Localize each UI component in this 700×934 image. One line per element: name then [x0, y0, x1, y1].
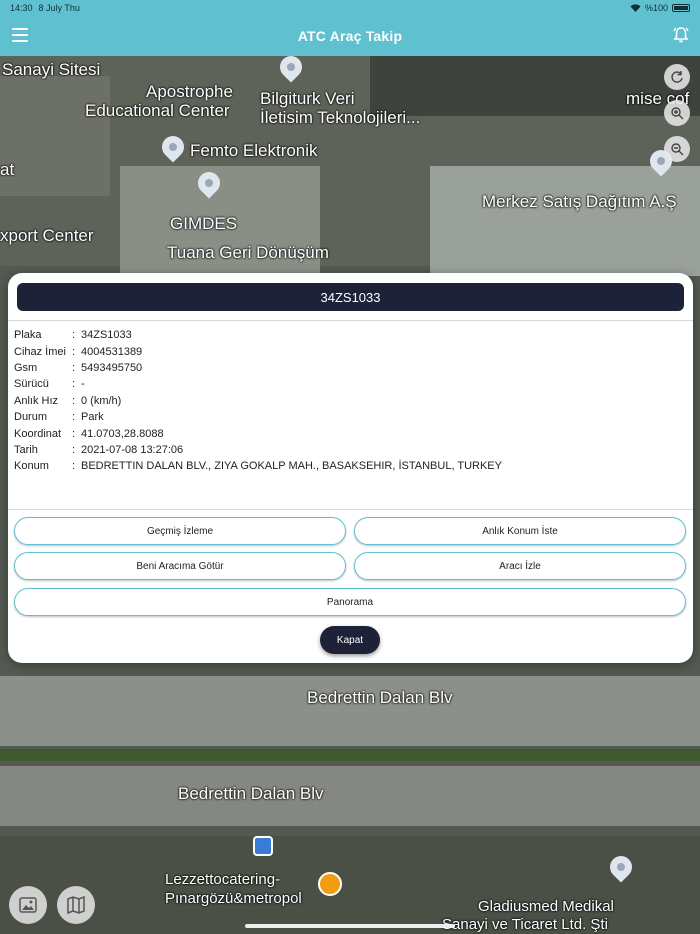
- app-title: ATC Araç Takip: [297, 28, 403, 44]
- menu-icon[interactable]: [12, 28, 28, 42]
- zoom-out-icon[interactable]: [664, 136, 690, 162]
- map-type-image-icon[interactable]: [9, 886, 47, 924]
- info-row-imei: Cihaz İmei:4004531389: [14, 343, 502, 359]
- info-key: Cihaz İmei: [14, 345, 66, 358]
- map-road: [0, 676, 700, 746]
- map-label: Femto Elektronik: [190, 141, 318, 160]
- map-label: GIMDES: [170, 214, 238, 233]
- request-location-button[interactable]: Anlık Konum İste: [354, 517, 686, 545]
- map-label: Pınargözü&metropol: [165, 890, 302, 907]
- home-indicator: [245, 924, 455, 928]
- map-label: Bilgiturk Veri: [260, 89, 355, 108]
- map-road-median: [0, 749, 700, 761]
- map-label: Bedrettin Dalan Blv: [178, 784, 324, 803]
- close-button[interactable]: Kapat: [320, 626, 380, 654]
- map-label: xport Center: [0, 226, 94, 245]
- info-row-coordinate: Koordinat:41.0703,28.8088: [14, 425, 502, 441]
- info-value: -: [81, 378, 85, 391]
- info-separator: :: [72, 394, 76, 407]
- map-label: Sanayi Sitesi: [2, 60, 101, 79]
- map-label: Apostrophe: [146, 82, 233, 101]
- map-label: İletisim Teknolojileri...: [260, 108, 421, 127]
- app-bar: ATC Araç Takip: [0, 16, 700, 56]
- info-value: 5493495750: [81, 361, 143, 374]
- info-separator: :: [72, 329, 76, 342]
- map-block: [0, 76, 110, 196]
- notification-bell-icon[interactable]: [672, 26, 690, 44]
- info-key: Tarih: [14, 443, 38, 456]
- map-road: [0, 766, 700, 826]
- vehicle-detail-sheet: 34ZS1033 Plaka:34ZS1033 Cihaz İmei:40045…: [8, 273, 693, 663]
- map-label: Lezzettocatering-: [165, 871, 281, 888]
- info-value: BEDRETTIN DALAN BLV., ZIYA GOKALP MAH., …: [81, 460, 502, 473]
- status-time: 14:30: [10, 3, 33, 13]
- battery-icon: [672, 4, 690, 12]
- map-icon[interactable]: [57, 886, 95, 924]
- map-label: Merkez Satış Dağıtım A.Ş: [482, 192, 677, 211]
- restaurant-icon[interactable]: [318, 872, 342, 896]
- map-label: Gladiusmed Medikal: [478, 898, 614, 915]
- info-key: Plaka: [14, 329, 42, 342]
- divider: [8, 320, 693, 321]
- refresh-icon[interactable]: [664, 64, 690, 90]
- info-value: 34ZS1033: [81, 329, 132, 342]
- info-row-location: Konum: BEDRETTIN DALAN BLV., ZIYA GOKALP …: [14, 458, 502, 474]
- info-key: Durum: [14, 411, 48, 424]
- battery-percent: %100: [644, 3, 668, 13]
- status-right: %100: [630, 3, 690, 13]
- info-row-speed: Anlık Hız:0 (km/h): [14, 393, 502, 409]
- info-separator: :: [72, 460, 76, 473]
- info-key: Koordinat: [14, 427, 62, 440]
- info-row-gsm: Gsm:5493495750: [14, 360, 502, 376]
- map-label: Educational Center: [85, 101, 230, 120]
- info-value: 41.0703,28.8088: [81, 427, 164, 440]
- status-bar: 14:30 8 July Thu %100: [0, 0, 700, 16]
- history-tracking-button[interactable]: Geçmiş İzleme: [14, 517, 346, 545]
- info-row-status: Durum: Park: [14, 409, 502, 425]
- info-value: 0 (km/h): [81, 394, 122, 407]
- info-row-date: Tarih:2021-07-08 13:27:06: [14, 442, 502, 458]
- follow-vehicle-button[interactable]: Aracı İzle: [354, 552, 686, 580]
- info-separator: :: [72, 361, 76, 374]
- info-value: 4004531389: [81, 345, 143, 358]
- info-row-driver: Sürücü: -: [14, 376, 502, 392]
- take-me-to-vehicle-button[interactable]: Beni Aracıma Götür: [14, 552, 346, 580]
- map-label: Tuana Geri Dönüşüm: [167, 243, 329, 262]
- status-date: 8 July Thu: [38, 3, 80, 13]
- map-label: Sanayi ve Ticaret Ltd. Şti: [442, 916, 608, 933]
- wifi-icon: [630, 4, 641, 12]
- vehicle-info-list: Plaka:34ZS1033 Cihaz İmei:4004531389 Gsm…: [14, 327, 502, 475]
- info-separator: :: [72, 378, 76, 391]
- zoom-in-icon[interactable]: [664, 100, 690, 126]
- info-separator: :: [72, 345, 76, 358]
- info-value: Park: [81, 411, 104, 424]
- info-row-plaka: Plaka:34ZS1033: [14, 327, 502, 343]
- panorama-button[interactable]: Panorama: [14, 588, 686, 616]
- map-block: [430, 166, 700, 276]
- info-key: Gsm: [14, 361, 38, 374]
- bus-stop-icon[interactable]: [253, 836, 273, 856]
- info-key: Sürücü: [14, 378, 49, 391]
- info-separator: :: [72, 411, 76, 424]
- map-label: Bedrettin Dalan Blv: [307, 688, 453, 707]
- info-key: Konum: [14, 460, 49, 473]
- info-separator: :: [72, 443, 76, 456]
- info-separator: :: [72, 427, 76, 440]
- plate-title: 34ZS1033: [17, 283, 684, 311]
- info-value: 2021-07-08 13:27:06: [81, 443, 184, 456]
- info-key: Anlık Hız: [14, 394, 59, 407]
- map-label: at: [0, 160, 15, 179]
- divider: [8, 509, 693, 510]
